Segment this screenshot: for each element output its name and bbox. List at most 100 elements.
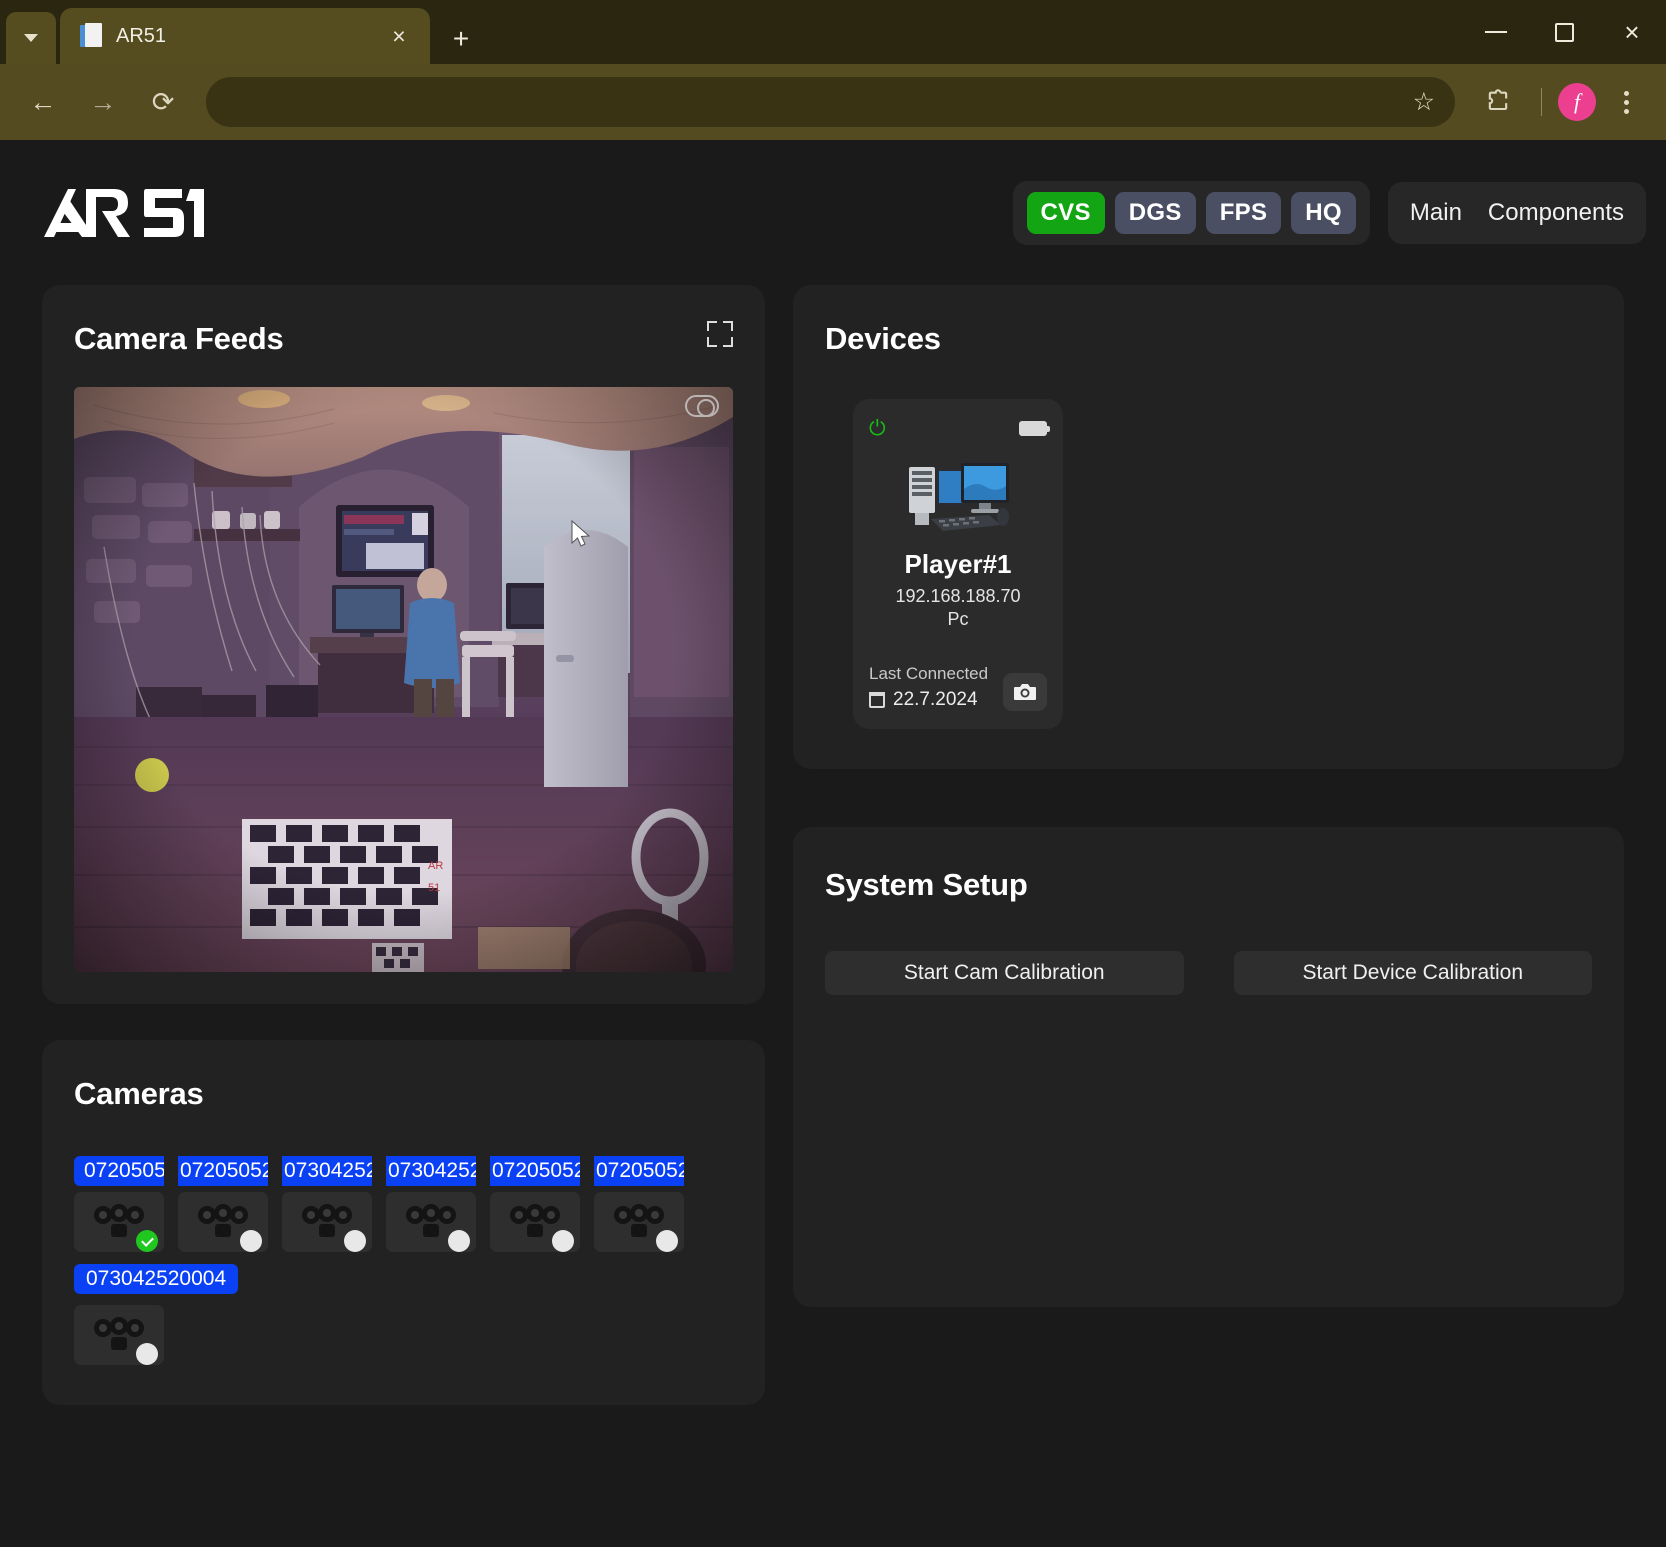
cameras-row: 072050520203 072050520 — [74, 1156, 733, 1252]
calendar-icon — [869, 692, 885, 708]
power-on-icon: ⏻ — [869, 416, 886, 440]
close-icon: × — [1624, 17, 1640, 47]
camera-feeds-header: Camera Feeds — [74, 321, 733, 357]
browser-tab[interactable]: AR51 × — [60, 8, 430, 64]
battery-icon — [1019, 420, 1050, 436]
cameras-title: Cameras — [74, 1076, 204, 1111]
tab-list-button[interactable] — [6, 12, 56, 64]
last-connected-label: Last Connected — [869, 664, 989, 683]
device-name: Player#1 — [904, 549, 1012, 579]
address-bar[interactable]: ☆ — [206, 77, 1455, 127]
device-footer: Last Connected 22.7.2024 — [869, 664, 1047, 711]
bookmark-icon[interactable]: ☆ — [1413, 87, 1435, 117]
camera-thumbnail[interactable] — [74, 1192, 164, 1252]
pill-dgs[interactable]: DGS — [1114, 191, 1196, 234]
camera-status-badge — [656, 1230, 678, 1252]
pill-hq[interactable]: HQ — [1291, 191, 1356, 234]
camera-status-badge — [136, 1343, 158, 1365]
camera-status-badge — [552, 1230, 574, 1252]
toggle-switch-icon[interactable] — [685, 395, 719, 417]
camera-item[interactable]: 073042520005 — [282, 1156, 372, 1252]
camera-status-badge — [136, 1230, 158, 1252]
camera-thumbnail[interactable] — [74, 1305, 164, 1365]
window-close-button[interactable]: × — [1598, 0, 1666, 64]
mode-pill-group: CVS DGS FPS HQ — [1012, 180, 1370, 245]
system-setup-title: System Setup — [825, 867, 1028, 902]
kebab-menu-icon[interactable] — [1602, 75, 1650, 129]
start-cam-calibration-button[interactable]: Start Cam Calibration — [825, 951, 1184, 995]
camera-feeds-title: Camera Feeds — [74, 321, 284, 356]
fullscreen-icon[interactable] — [707, 321, 733, 347]
back-button[interactable]: ← — [16, 75, 70, 129]
camera-status-badge — [344, 1230, 366, 1252]
tab-close-icon[interactable]: × — [382, 19, 416, 53]
camera-serial: 072050520100 — [490, 1156, 580, 1186]
start-device-calibration-button[interactable]: Start Device Calibration — [1233, 951, 1592, 995]
camera-serial: 072050520203 — [594, 1156, 684, 1186]
camera-feed-video[interactable]: AR51 — [74, 387, 733, 972]
camera-item[interactable]: 072050520203 — [74, 1156, 164, 1252]
app-header: CVS DGS FPS HQ Main Components — [0, 140, 1666, 285]
forward-button[interactable]: → — [76, 75, 130, 129]
window-minimize-button[interactable] — [1462, 0, 1530, 64]
maximize-icon — [1554, 22, 1574, 42]
camera-status-badge — [448, 1230, 470, 1252]
pill-fps[interactable]: FPS — [1205, 191, 1282, 234]
camera-thumbnail[interactable] — [178, 1192, 268, 1252]
camera-item[interactable]: 073042520004 — [74, 1264, 239, 1365]
cameras-list: 072050520203 072050520 — [74, 1156, 733, 1365]
header-controls: CVS DGS FPS HQ Main Components — [1012, 180, 1646, 245]
camera-status-badge — [240, 1230, 262, 1252]
system-setup-actions: Start Cam Calibration Start Device Calib… — [825, 951, 1592, 995]
camera-serial: 072050520203 — [74, 1156, 164, 1186]
camera-feeds-card: Camera Feeds — [42, 285, 765, 1004]
camera-serial: 072050520202 — [178, 1156, 268, 1186]
camera-serial: 073042520004 — [74, 1264, 239, 1294]
camera-item[interactable]: 072050520203 — [594, 1156, 684, 1252]
desktop-pc-icon — [909, 463, 1009, 531]
cameras-row: 073042520004 — [74, 1264, 733, 1365]
toolbar-divider — [1541, 88, 1542, 116]
tab-title: AR51 — [116, 24, 167, 47]
camera-item[interactable]: 072050520202 — [178, 1156, 268, 1252]
new-tab-button[interactable]: + — [444, 22, 478, 56]
camera-thumbnail[interactable] — [386, 1192, 476, 1252]
nav-link-main[interactable]: Main — [1410, 199, 1462, 227]
ar51-logo — [42, 183, 212, 243]
device-ip: 192.168.188.70 — [895, 586, 1021, 606]
document-icon — [80, 23, 102, 49]
nav-link-components[interactable]: Components — [1488, 199, 1624, 227]
main-content: Camera Feeds Cameras 0720505 07205052 07… — [0, 285, 1666, 1405]
camera-serial: 073042520001 — [386, 1156, 476, 1186]
left-column: Camera Feeds Cameras 0720505 07205052 07… — [42, 285, 765, 1405]
camera-feed-image: AR51 — [74, 387, 733, 972]
camera-thumbnail[interactable] — [594, 1192, 684, 1252]
camera-thumbnail[interactable] — [490, 1192, 580, 1252]
devices-card: Devices ⏻ Player#1 192.168.188.70 Pc Las… — [793, 285, 1624, 769]
window-controls: × — [1462, 0, 1666, 64]
minimize-icon — [1485, 31, 1507, 33]
last-connected-date: 22.7.2024 — [893, 689, 978, 710]
chevron-down-icon — [24, 34, 38, 42]
avatar[interactable]: f — [1558, 83, 1596, 121]
camera-item[interactable]: 073042520001 — [386, 1156, 476, 1252]
last-connected-date-row: 22.7.2024 — [869, 689, 988, 711]
camera-serial: 073042520005 — [282, 1156, 372, 1186]
window-maximize-button[interactable] — [1530, 0, 1598, 64]
camera-item[interactable]: 072050520100 — [490, 1156, 580, 1252]
camera-icon — [1014, 684, 1036, 700]
devices-grid: ⏻ Player#1 192.168.188.70 Pc Last Connec… — [825, 399, 1592, 729]
device-tile[interactable]: ⏻ Player#1 192.168.188.70 Pc Last Connec… — [853, 399, 1063, 729]
devices-title: Devices — [825, 321, 941, 356]
cameras-card: Cameras 072050520203 — [42, 1040, 765, 1405]
extensions-icon[interactable] — [1471, 75, 1525, 129]
browser-tabstrip: AR51 × + × — [0, 0, 1666, 64]
main-nav: Main Components — [1387, 181, 1646, 244]
reload-button[interactable]: ⟳ — [136, 75, 190, 129]
pill-cvs[interactable]: CVS — [1026, 191, 1105, 234]
device-snapshot-button[interactable] — [1003, 673, 1047, 711]
system-setup-card: System Setup Start Cam Calibration Start… — [793, 827, 1624, 1307]
camera-thumbnail[interactable] — [282, 1192, 372, 1252]
right-column: Devices ⏻ Player#1 192.168.188.70 Pc Las… — [793, 285, 1624, 1307]
app-root: CVS DGS FPS HQ Main Components Camera Fe… — [0, 140, 1666, 1547]
